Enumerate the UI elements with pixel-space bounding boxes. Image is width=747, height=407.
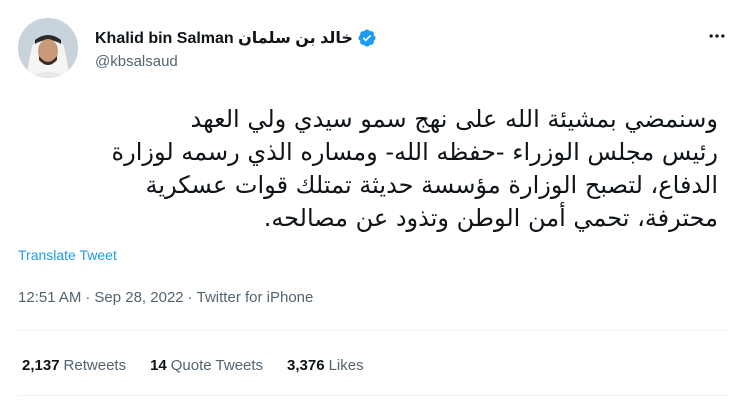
- author-name-row[interactable]: Khalid bin Salman خالد بن سلمان: [95, 28, 377, 48]
- author-handle[interactable]: @kbsalsaud: [95, 53, 178, 70]
- quote-tweets-label: Quote Tweets: [170, 357, 264, 374]
- likes-stat[interactable]: 3,376 Likes: [287, 357, 364, 374]
- quote-tweets-stat[interactable]: 14 Quote Tweets: [150, 357, 263, 374]
- likes-count: 3,376: [287, 357, 325, 374]
- tweet-card: Khalid bin Salman خالد بن سلمان @kbsalsa…: [0, 0, 747, 407]
- tweet-text: وسنمضي بمشيئة الله على نهج سمو سيدي ولي …: [111, 105, 718, 232]
- tweet-date[interactable]: Sep 28, 2022: [94, 289, 183, 306]
- avatar-image: [18, 18, 78, 78]
- author-name[interactable]: Khalid bin Salman خالد بن سلمان: [95, 28, 353, 48]
- separator: ·: [187, 289, 193, 306]
- divider: [18, 330, 729, 331]
- tweet-source[interactable]: Twitter for iPhone: [197, 289, 314, 306]
- likes-label: Likes: [328, 357, 364, 374]
- tweet-stats: 2,137 Retweets 14 Quote Tweets 3,376 Lik…: [22, 357, 364, 374]
- retweets-stat[interactable]: 2,137 Retweets: [22, 357, 126, 374]
- divider: [18, 395, 729, 396]
- tweet-metadata: 12:51 AM · Sep 28, 2022 · Twitter for iP…: [18, 289, 313, 306]
- more-options-icon[interactable]: [707, 26, 727, 46]
- retweets-label: Retweets: [63, 357, 127, 374]
- verified-badge-icon: [357, 28, 377, 48]
- tweet-time[interactable]: 12:51 AM: [18, 289, 81, 306]
- retweets-count: 2,137: [22, 357, 60, 374]
- avatar[interactable]: [18, 18, 78, 78]
- translate-tweet-link[interactable]: Translate Tweet: [18, 247, 117, 263]
- separator: ·: [85, 289, 91, 306]
- quote-tweets-count: 14: [150, 357, 167, 374]
